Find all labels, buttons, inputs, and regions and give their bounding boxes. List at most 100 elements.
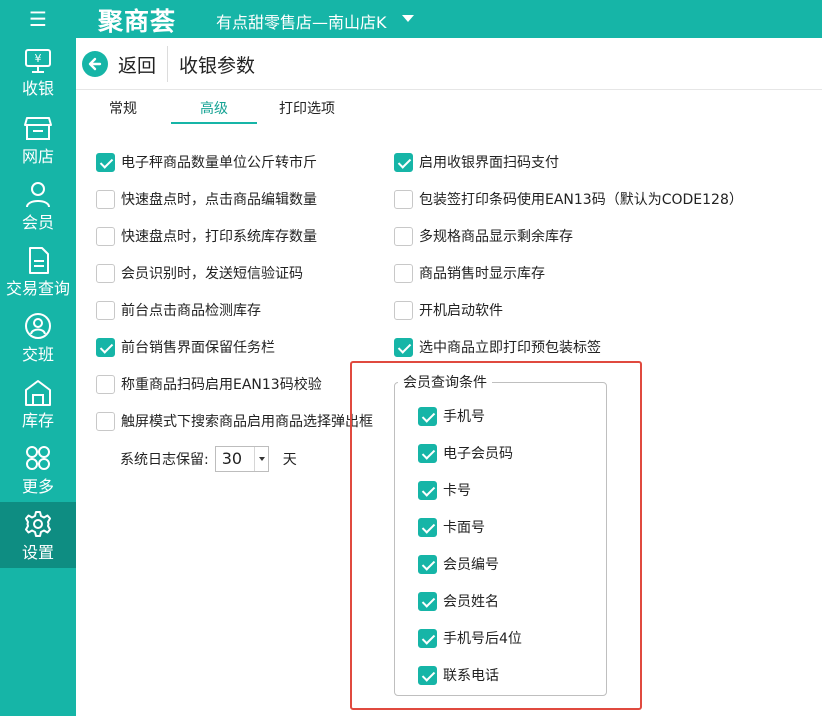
option-label: 会员识别时，发送短信验证码 [121, 266, 303, 282]
shop-icon [24, 117, 52, 140]
sidebar: ☰ ¥ 收银 网店 会员 交易查询 交班 库存 更多 设置 [0, 0, 76, 716]
option-quick-count-edit[interactable]: 快速盘点时，点击商品编辑数量 [96, 188, 317, 210]
option-check-stock[interactable]: 前台点击商品检测库存 [96, 299, 261, 321]
sidebar-item-label: 设置 [21, 543, 54, 562]
checkbox[interactable] [418, 665, 437, 685]
sidebar-item-inventory[interactable]: 库存 [0, 370, 76, 436]
log-retention-select[interactable]: 30 [214, 446, 269, 472]
option-quick-count-print[interactable]: 快速盘点时，打印系统库存数量 [96, 225, 317, 247]
option-scan-pay[interactable]: 启用收银界面扫码支付 [394, 151, 559, 173]
option-label: 会员姓名 [443, 594, 499, 610]
checkbox[interactable] [418, 591, 437, 611]
option-label: 称重商品扫码启用EAN13码校验 [121, 377, 322, 393]
tab-print-options[interactable]: 打印选项 [279, 92, 335, 124]
checkbox[interactable] [394, 189, 413, 209]
checkbox[interactable] [96, 152, 115, 172]
sidebar-item-cashier[interactable]: ¥ 收银 [0, 40, 76, 106]
member-option-member-id[interactable]: 会员编号 [418, 553, 499, 575]
option-multi-spec-stock[interactable]: 多规格商品显示剩余库存 [394, 225, 573, 247]
svg-text:¥: ¥ [35, 52, 42, 65]
sidebar-item-label: 更多 [21, 477, 54, 496]
option-label: 多规格商品显示剩余库存 [419, 229, 573, 245]
option-label: 选中商品立即打印预包装标签 [419, 340, 601, 356]
option-label: 包装签打印条码使用EAN13码（默认为CODE128） [419, 192, 743, 208]
tab-general[interactable]: 常规 [106, 92, 140, 124]
sidebar-item-transactions[interactable]: 交易查询 [0, 238, 76, 304]
warehouse-icon [25, 380, 51, 406]
option-label: 电子秤商品数量单位公斤转市斤 [121, 155, 317, 171]
checkbox[interactable] [96, 374, 115, 394]
checkbox[interactable] [96, 411, 115, 431]
option-label: 开机启动软件 [419, 303, 503, 319]
back-button[interactable]: 返回 [82, 50, 156, 78]
member-option-card-no[interactable]: 卡号 [418, 479, 471, 501]
option-label: 快速盘点时，打印系统库存数量 [121, 229, 317, 245]
chevron-down-icon[interactable] [402, 15, 414, 22]
sidebar-item-more[interactable]: 更多 [0, 436, 76, 502]
checkbox[interactable] [394, 226, 413, 246]
option-label: 快速盘点时，点击商品编辑数量 [121, 192, 317, 208]
sidebar-item-label: 库存 [21, 411, 54, 430]
sidebar-item-settings[interactable]: 设置 [0, 502, 76, 568]
checkbox[interactable] [394, 152, 413, 172]
top-bar: 聚商荟 有点甜零售店—南山店K [76, 0, 822, 38]
option-scale-unit[interactable]: 电子秤商品数量单位公斤转市斤 [96, 151, 317, 173]
option-label: 联系电话 [443, 668, 499, 684]
checkbox[interactable] [418, 628, 437, 648]
option-label: 前台点击商品检测库存 [121, 303, 261, 319]
option-member-sms[interactable]: 会员识别时，发送短信验证码 [96, 262, 303, 284]
option-label: 卡号 [443, 483, 471, 499]
member-option-phone-last4[interactable]: 手机号后4位 [418, 627, 522, 649]
checkbox[interactable] [418, 517, 437, 537]
option-label: 前台销售界面保留任务栏 [121, 340, 275, 356]
more-icon [26, 446, 50, 470]
tab-advanced[interactable]: 高级 [171, 92, 257, 124]
option-label: 会员编号 [443, 557, 499, 573]
divider [167, 46, 168, 82]
page-title: 收银参数 [179, 55, 256, 77]
checkbox[interactable] [418, 554, 437, 574]
checkbox[interactable] [394, 337, 413, 357]
title-bar: 返回 收银参数 [76, 38, 822, 90]
checkbox[interactable] [96, 337, 115, 357]
log-retention-unit: 天 [282, 452, 297, 468]
option-label: 手机号 [443, 409, 485, 425]
checkbox[interactable] [418, 406, 437, 426]
checkbox[interactable] [418, 443, 437, 463]
checkbox[interactable] [394, 263, 413, 283]
member-option-e-code[interactable]: 电子会员码 [418, 442, 513, 464]
option-label: 商品销售时显示库存 [419, 266, 545, 282]
member-query-title: 会员查询条件 [398, 372, 492, 392]
member-option-phone[interactable]: 手机号 [418, 405, 485, 427]
sidebar-item-handover[interactable]: 交班 [0, 304, 76, 370]
checkbox[interactable] [418, 480, 437, 500]
cashier-icon: ¥ [25, 49, 51, 73]
option-label: 触屏模式下搜索商品启用商品选择弹出框 [121, 414, 373, 430]
member-option-contact-phone[interactable]: 联系电话 [418, 664, 499, 686]
option-print-prepack[interactable]: 选中商品立即打印预包装标签 [394, 336, 601, 358]
sidebar-item-label: 交班 [21, 345, 54, 364]
member-option-card-face-no[interactable]: 卡面号 [418, 516, 485, 538]
checkbox[interactable] [96, 263, 115, 283]
menu-icon[interactable]: ☰ [0, 0, 76, 38]
option-label: 卡面号 [443, 520, 485, 536]
checkbox[interactable] [96, 300, 115, 320]
checkbox[interactable] [394, 300, 413, 320]
option-show-stock[interactable]: 商品销售时显示库存 [394, 262, 545, 284]
checkbox[interactable] [96, 189, 115, 209]
store-selector[interactable]: 有点甜零售店—南山店K [216, 9, 387, 33]
option-touch-search-popup[interactable]: 触屏模式下搜索商品启用商品选择弹出框 [96, 410, 373, 432]
member-option-name[interactable]: 会员姓名 [418, 590, 499, 612]
option-autostart[interactable]: 开机启动软件 [394, 299, 503, 321]
chevron-down-icon[interactable] [253, 447, 268, 471]
brand-logo: 聚商荟 [98, 7, 177, 36]
sidebar-item-label: 会员 [21, 213, 54, 232]
checkbox[interactable] [96, 226, 115, 246]
sidebar-item-member[interactable]: 会员 [0, 172, 76, 238]
sidebar-item-shop[interactable]: 网店 [0, 106, 76, 172]
option-keep-taskbar[interactable]: 前台销售界面保留任务栏 [96, 336, 275, 358]
option-ean13-label[interactable]: 包装签打印条码使用EAN13码（默认为CODE128） [394, 188, 743, 210]
option-ean13-check[interactable]: 称重商品扫码启用EAN13码校验 [96, 373, 322, 395]
log-retention-row: 系统日志保留: 30 天 [120, 446, 297, 472]
sidebar-item-label: 收银 [21, 79, 54, 98]
